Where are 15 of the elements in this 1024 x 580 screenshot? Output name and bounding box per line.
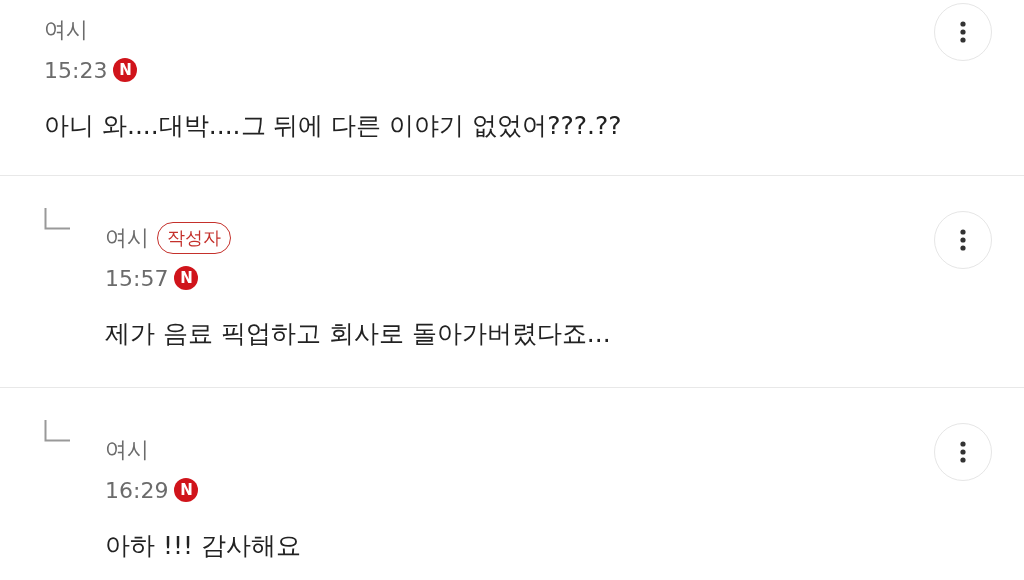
- comment-time: 16:29: [105, 477, 169, 503]
- comment-time: 15:23: [44, 57, 108, 83]
- new-badge: N: [174, 266, 199, 290]
- new-badge: N: [174, 478, 199, 502]
- author-name: 여시: [105, 436, 149, 464]
- more-icon: [960, 441, 966, 463]
- more-icon: [960, 21, 966, 43]
- new-badge: N: [113, 58, 138, 82]
- comment-time: 15:57: [105, 265, 169, 291]
- comment-text: 제가 음료 픽업하고 회사로 돌아가버렸다죠...: [105, 318, 612, 350]
- comment-text: 아하 !!! 감사해요: [105, 530, 302, 562]
- author-name: 여시: [105, 224, 149, 252]
- author-name: 여시: [44, 16, 88, 44]
- more-icon: [960, 229, 966, 251]
- comment-text: 아니 와....대박....그 뒤에 다른 이야기 없었어???.??: [44, 110, 623, 142]
